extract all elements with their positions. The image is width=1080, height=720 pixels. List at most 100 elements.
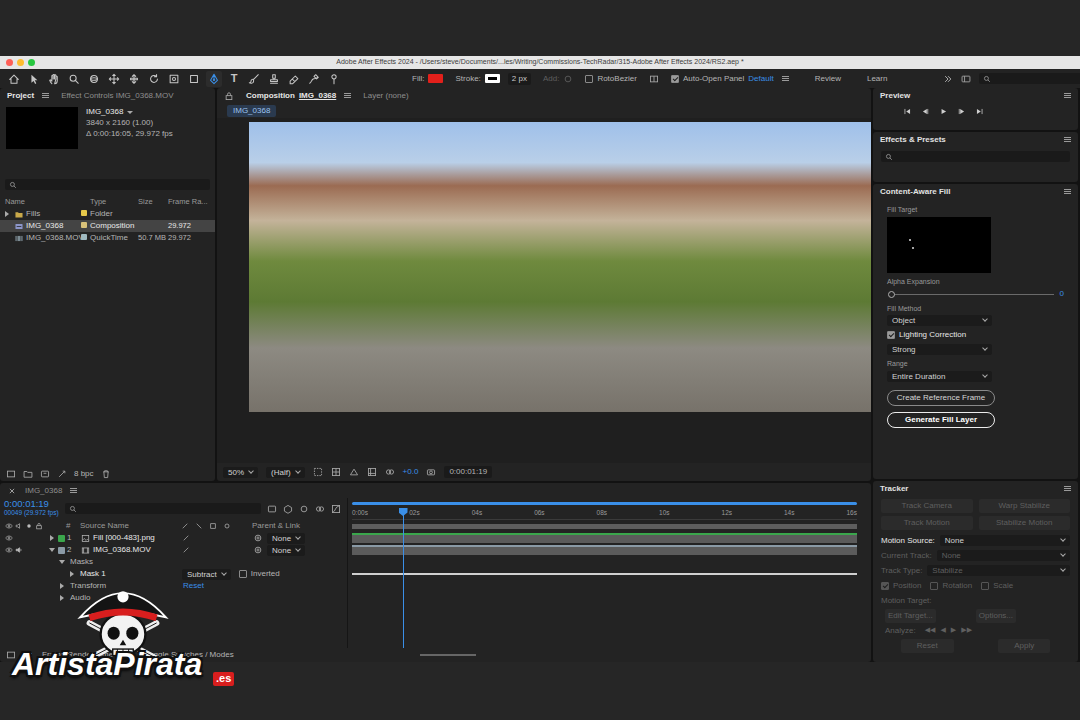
transparency-grid-icon[interactable] [331, 467, 341, 477]
layer-twirl[interactable] [48, 534, 56, 542]
mask-twirl[interactable] [68, 570, 76, 578]
audio-speaker-icon[interactable] [14, 534, 24, 542]
lighting-correction-checkbox[interactable] [887, 331, 895, 339]
layer-bar[interactable] [352, 545, 857, 555]
analyze-frame-forward-button[interactable]: ▶ [951, 626, 956, 635]
snapshot-icon[interactable] [426, 467, 436, 477]
layer-name[interactable]: IMG_0368.MOV [93, 545, 181, 555]
visibility-eye-icon[interactable] [4, 546, 14, 554]
masks-group[interactable]: Masks [4, 556, 347, 568]
layer-label-color[interactable] [58, 535, 65, 542]
audio-group[interactable]: Audio [4, 592, 347, 604]
shape-tool[interactable] [186, 71, 202, 87]
project-tab[interactable]: Project [7, 91, 34, 101]
panel-menu-icon[interactable] [42, 93, 49, 98]
channel-icon[interactable] [385, 467, 395, 477]
close-tab-icon[interactable] [7, 486, 17, 496]
panel-menu-icon[interactable] [70, 488, 77, 493]
composition-tab[interactable]: Composition IMG_0368 [246, 91, 351, 101]
graph-editor-icon[interactable] [331, 504, 341, 514]
viewer-time[interactable]: 0:00:01:19 [444, 466, 492, 478]
layer-twirl[interactable] [48, 546, 56, 554]
stamp-tool[interactable] [266, 71, 282, 87]
masks-twirl[interactable] [58, 558, 66, 566]
position-checkbox[interactable] [881, 582, 889, 590]
new-folder-icon[interactable] [23, 469, 33, 479]
panel-menu-icon[interactable] [1064, 137, 1071, 142]
scale-option[interactable]: Scale [981, 581, 1013, 591]
work-area-bar[interactable] [352, 520, 857, 532]
type-tool[interactable]: T [226, 71, 242, 87]
fill-method-dropdown[interactable]: Object [887, 315, 992, 326]
fill-swatch[interactable] [428, 74, 443, 83]
warp-stabilize-button[interactable]: Warp Stabilize [979, 499, 1071, 513]
composition-viewer[interactable] [217, 118, 871, 463]
create-reference-frame-button[interactable]: Create Reference Frame [887, 390, 995, 406]
scale-checkbox[interactable] [981, 582, 989, 590]
track-type-dropdown[interactable]: Stabilize [927, 565, 1070, 576]
alpha-expansion-slider[interactable] [891, 294, 1054, 295]
pan-tool[interactable] [106, 71, 122, 87]
label-color[interactable] [81, 234, 87, 240]
label-color[interactable] [81, 222, 87, 228]
first-frame-icon[interactable] [903, 107, 912, 117]
layer-row[interactable]: 1 Fill [000-483].png None [4, 532, 347, 544]
panel-menu-icon[interactable] [344, 93, 351, 98]
interpret-footage-icon[interactable] [6, 469, 16, 479]
generate-fill-layer-button[interactable]: Generate Fill Layer [887, 412, 995, 428]
workspace-tab[interactable]: Default [748, 74, 773, 84]
resolution-dropdown[interactable]: (Half) [266, 467, 305, 478]
close-button[interactable] [6, 59, 13, 66]
rotation-option[interactable]: Rotation [930, 581, 972, 591]
next-frame-icon[interactable] [957, 107, 966, 117]
new-composition-icon[interactable] [40, 469, 50, 479]
tracker-options-button[interactable]: Options... [976, 609, 1016, 623]
time-ruler[interactable]: 0:00s02s04s06s08s10s12s14s16s [352, 508, 857, 520]
visibility-eye-icon[interactable] [4, 534, 14, 542]
analyze-frame-backward-button[interactable]: ◀ [940, 626, 945, 635]
motion-blur-icon[interactable] [315, 504, 325, 514]
edit-target-button[interactable]: Edit Target... [885, 609, 936, 623]
current-track-dropdown[interactable]: None [937, 550, 1070, 561]
settings-icon[interactable] [57, 469, 67, 479]
column-header[interactable]: Source Name [80, 521, 180, 531]
zoom-dropdown[interactable]: 50% [223, 467, 258, 478]
expand-icon[interactable] [24, 650, 34, 660]
playhead[interactable] [403, 508, 404, 648]
parent-pickwhip-icon[interactable] [253, 545, 263, 555]
panel-toggle-icon[interactable] [961, 74, 971, 84]
current-time[interactable]: 0:00:01:19 [4, 499, 59, 509]
mask-row[interactable]: Mask 1 Subtract Inverted [4, 568, 347, 580]
timeline-zoom-slider[interactable] [420, 654, 476, 656]
transform-reset[interactable]: Reset [183, 581, 204, 591]
play-icon[interactable] [939, 107, 948, 117]
tracker-reset-button[interactable]: Reset [901, 639, 954, 653]
last-frame-icon[interactable] [975, 107, 984, 117]
workspace-tab[interactable]: Learn [867, 74, 887, 84]
toggle-switches-modes[interactable]: Toggle Switches / Modes [145, 650, 234, 660]
time-navigator[interactable] [352, 498, 857, 508]
select-tool[interactable] [26, 71, 42, 87]
parent-dropdown[interactable]: None [267, 533, 305, 544]
audio-twirl[interactable] [58, 594, 66, 602]
render-time-icon[interactable] [6, 650, 16, 660]
parent-dropdown[interactable]: None [267, 545, 305, 556]
workspace-tab[interactable]: Review [815, 74, 841, 84]
shy-icon[interactable] [299, 504, 309, 514]
brush-tool[interactable] [246, 71, 262, 87]
previous-frame-icon[interactable] [921, 107, 930, 117]
item-dropdown-icon[interactable] [127, 111, 133, 114]
minimize-button[interactable] [17, 59, 24, 66]
guides-icon[interactable] [367, 467, 377, 477]
project-item[interactable]: IMG_0368.MOVQuickTime50.7 MB29.972 [0, 232, 215, 244]
transform-group[interactable]: Transform Reset [4, 580, 347, 592]
stroke-swatch[interactable] [485, 74, 500, 83]
layer-row[interactable]: 2 IMG_0368.MOV None [4, 544, 347, 556]
mask-name[interactable]: Mask 1 [80, 569, 182, 579]
region-icon[interactable] [313, 467, 323, 477]
project-item[interactable]: FillsFolder [0, 208, 215, 220]
panel-menu-icon[interactable] [1064, 93, 1071, 98]
parent-pickwhip-icon[interactable] [253, 533, 263, 543]
layer-bar[interactable] [352, 533, 857, 543]
roto-tool[interactable] [306, 71, 322, 87]
